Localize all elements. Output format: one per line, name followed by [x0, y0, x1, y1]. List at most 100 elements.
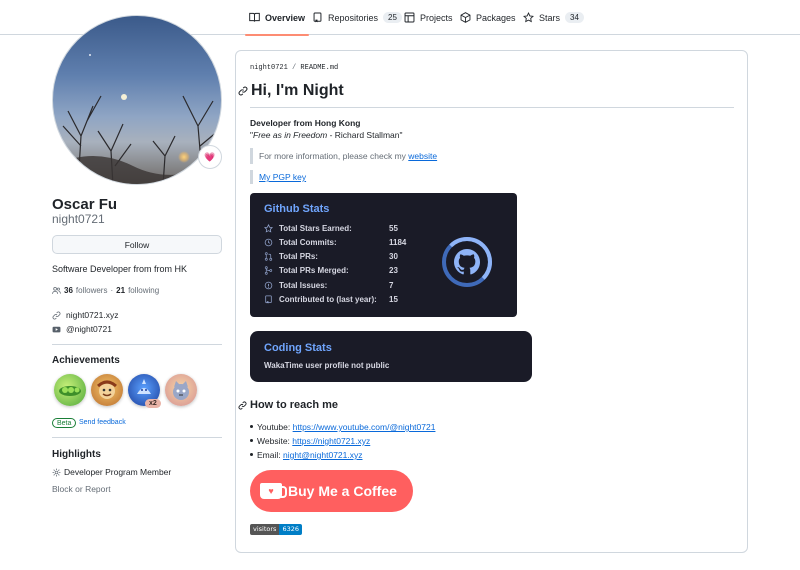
quote-rest: - Richard Stallman"	[327, 130, 403, 140]
website-url-link[interactable]: https://night0721.xyz	[292, 436, 370, 446]
beta-label: Beta	[52, 418, 77, 428]
coffee-label: Buy Me a Coffee	[288, 483, 397, 499]
send-feedback-link[interactable]: Send feedback	[79, 419, 126, 426]
tab-label: Projects	[420, 12, 453, 23]
people-icon	[52, 287, 61, 294]
youtube-link[interactable]: @night0721	[52, 324, 112, 334]
status-badge[interactable]: 💗	[198, 145, 222, 169]
website-readme-link[interactable]: website	[408, 151, 437, 161]
heading-text: Hi, I'm Night	[251, 82, 344, 99]
heading-underline	[250, 107, 734, 108]
stat-label: Total PRs:	[279, 252, 318, 261]
pgp-key-link[interactable]: My PGP key	[259, 172, 306, 182]
reach-heading-text: How to reach me	[250, 399, 339, 411]
path-separator: /	[292, 64, 297, 72]
tab-projects[interactable]: Projects	[404, 0, 453, 35]
contact-label: Youtube:	[257, 422, 293, 432]
star-icon	[523, 12, 534, 23]
followers-count[interactable]: 36	[64, 286, 73, 295]
visitors-count: 6326	[279, 524, 302, 535]
path-user[interactable]: night0721	[250, 64, 288, 72]
youtube-icon	[52, 326, 61, 332]
visitors-badge: visitors 6326	[250, 524, 302, 535]
stat-row: Total PRs:	[264, 252, 318, 261]
readme-heading: Hi, I'm Night	[238, 82, 344, 100]
stat-value: 1184	[389, 238, 407, 247]
pull-request-icon	[264, 252, 273, 261]
achievement-badge-yolo[interactable]	[91, 374, 123, 406]
stat-row: Total Issues:	[264, 281, 327, 290]
contact-item-email: Email: night@night0721.xyz	[250, 450, 363, 460]
website-text[interactable]: night0721.xyz	[66, 310, 118, 320]
stat-value: 55	[389, 224, 398, 233]
tab-label: Stars	[539, 12, 561, 23]
stat-row: Total PRs Merged:	[264, 266, 349, 275]
avatar-trees	[53, 95, 221, 184]
separator-dot: ·	[110, 286, 114, 295]
stat-value: 15	[389, 295, 398, 304]
issue-icon	[264, 281, 273, 290]
stat-label: Contributed to (last year):	[279, 295, 377, 304]
tab-packages[interactable]: Packages	[460, 0, 516, 35]
highlights-heading: Highlights	[52, 449, 101, 460]
tab-label: Overview	[265, 12, 306, 23]
follow-button[interactable]: Follow	[52, 235, 222, 254]
blockquote-bar	[250, 148, 253, 164]
anchor-link-icon[interactable]	[238, 401, 247, 410]
coding-stats-text: WakaTime user profile not public	[264, 361, 390, 370]
repositories-counter: 25	[383, 12, 402, 23]
buy-me-a-coffee-button[interactable]: ♥ Buy Me a Coffee	[250, 470, 413, 512]
table-icon	[404, 12, 415, 23]
stat-label: Total Stars Earned:	[279, 224, 352, 233]
stat-row: Total Stars Earned:	[264, 224, 352, 233]
email-link[interactable]: night@night0721.xyz	[283, 450, 363, 460]
youtube-text[interactable]: @night0721	[66, 324, 112, 334]
package-icon	[460, 12, 471, 23]
following-count[interactable]: 21	[116, 286, 125, 295]
github-stats-title: Github Stats	[264, 203, 330, 215]
path-file[interactable]: README.md	[300, 64, 338, 72]
coding-stats-card[interactable]	[250, 331, 532, 382]
youtube-url-link[interactable]: https://www.youtube.com/@night0721	[293, 422, 436, 432]
link-icon	[52, 311, 61, 319]
highlight-text: Developer Program Member	[64, 467, 172, 477]
tab-overview[interactable]: Overview	[244, 0, 310, 36]
block-report-link[interactable]: Block or Report	[52, 484, 111, 494]
achievement-badge-quickdraw[interactable]	[165, 374, 197, 406]
follow-stats: 36 followers · 21 following	[52, 286, 159, 295]
github-icon	[454, 249, 480, 275]
gear-icon	[52, 468, 61, 476]
profile-login: night0721	[52, 212, 105, 226]
divider	[52, 437, 222, 438]
stat-value: 7	[389, 281, 394, 290]
achievements-heading[interactable]: Achievements	[52, 355, 120, 366]
profile-bio: Software Developer from from HK	[52, 264, 188, 274]
developer-line: Developer from Hong Kong	[250, 118, 361, 128]
star-icon	[264, 224, 273, 233]
stat-row: Total Commits:	[264, 238, 337, 247]
followers-label[interactable]: followers	[76, 286, 108, 295]
quote-line: "Free as in Freedom - Richard Stallman"	[250, 130, 403, 140]
tab-stars[interactable]: Stars 34	[523, 0, 584, 35]
anchor-link-icon[interactable]	[238, 86, 248, 96]
stat-label: Total Commits:	[279, 238, 337, 247]
avatar[interactable]	[52, 15, 222, 185]
tab-label: Packages	[476, 12, 516, 23]
tab-repositories[interactable]: Repositories 25	[312, 0, 402, 35]
reach-heading: How to reach me	[238, 399, 338, 411]
highlight-developer-program: Developer Program Member	[52, 467, 171, 477]
stat-value: 30	[389, 252, 398, 261]
visitors-label: visitors	[250, 524, 280, 535]
blockquote-bar	[250, 170, 253, 184]
tab-label: Repositories	[328, 12, 379, 23]
repo-icon	[265, 295, 272, 304]
following-label[interactable]: following	[128, 286, 159, 295]
merge-icon	[264, 266, 273, 275]
info-blockquote: For more information, please check my we…	[259, 151, 437, 161]
website-link[interactable]: night0721.xyz	[52, 310, 118, 320]
contact-item-youtube: Youtube: https://www.youtube.com/@night0…	[249, 422, 436, 432]
achievement-multiplier: x2	[145, 399, 161, 408]
profile-name: Oscar Fu	[52, 196, 118, 213]
achievement-badge-pair-extraordinaire[interactable]	[54, 374, 86, 406]
quote-italic: Free as in Freedom	[253, 130, 328, 140]
